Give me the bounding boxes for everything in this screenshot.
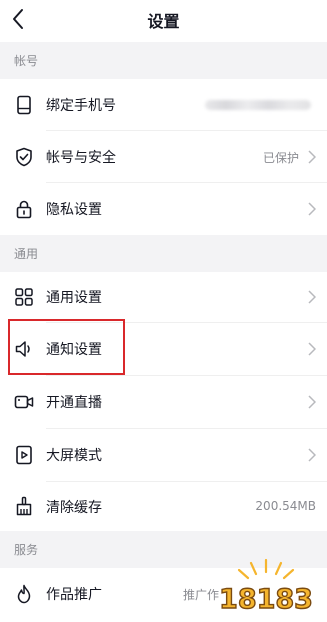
settings-row-general[interactable]: 通用设置 [0, 272, 327, 322]
phone-number-blurred [205, 100, 311, 110]
settings-row-clear-cache[interactable]: 清除缓存 200.54MB [0, 482, 327, 531]
chevron-right-icon [308, 342, 316, 356]
settings-row-bind-phone[interactable]: 绑定手机号 [0, 79, 327, 131]
row-label: 大屏模式 [46, 448, 102, 464]
row-label: 清除缓存 [46, 500, 102, 516]
row-label: 绑定手机号 [46, 98, 116, 114]
broom-icon [16, 496, 32, 516]
row-label: 开通直播 [46, 395, 102, 411]
settings-row-live[interactable]: 开通直播 [0, 376, 327, 428]
lock-icon [16, 200, 32, 219]
section-header-account: 帐号 [0, 42, 327, 79]
chevron-right-icon [308, 290, 316, 304]
section-title: 帐号 [14, 54, 39, 68]
row-label: 隐私设置 [46, 202, 102, 218]
cache-size: 200.54MB [255, 499, 316, 513]
row-value: 推广作 [182, 588, 219, 602]
grid-icon [15, 288, 33, 306]
watermark-logo: 18183 [220, 558, 312, 616]
chevron-right-icon [308, 202, 316, 216]
settings-row-big-screen[interactable]: 大屏模式 [0, 429, 327, 481]
phone-icon [17, 95, 31, 115]
chevron-right-icon [308, 395, 316, 409]
shield-check-icon [16, 147, 32, 167]
chevron-right-icon [308, 448, 316, 462]
play-screen-icon [16, 445, 32, 465]
page-title: 设置 [147, 12, 180, 31]
row-value: 已保护 [262, 151, 299, 165]
section-title: 通用 [14, 247, 39, 261]
section-header-general: 通用 [0, 235, 327, 272]
top-bar: 设置 [0, 0, 327, 40]
video-camera-icon [14, 395, 34, 409]
sunburst-icon [237, 558, 295, 580]
row-label: 作品推广 [46, 587, 102, 603]
chevron-right-icon [308, 150, 316, 164]
highlight-annotation [8, 319, 125, 375]
settings-row-account-security[interactable]: 帐号与安全 已保护 [0, 131, 327, 183]
row-label: 通用设置 [46, 290, 102, 306]
row-label: 帐号与安全 [46, 150, 116, 166]
flame-icon [17, 584, 31, 604]
watermark-text: 18183 [220, 584, 312, 615]
settings-row-privacy[interactable]: 隐私设置 [0, 183, 327, 235]
section-title: 服务 [14, 543, 39, 557]
